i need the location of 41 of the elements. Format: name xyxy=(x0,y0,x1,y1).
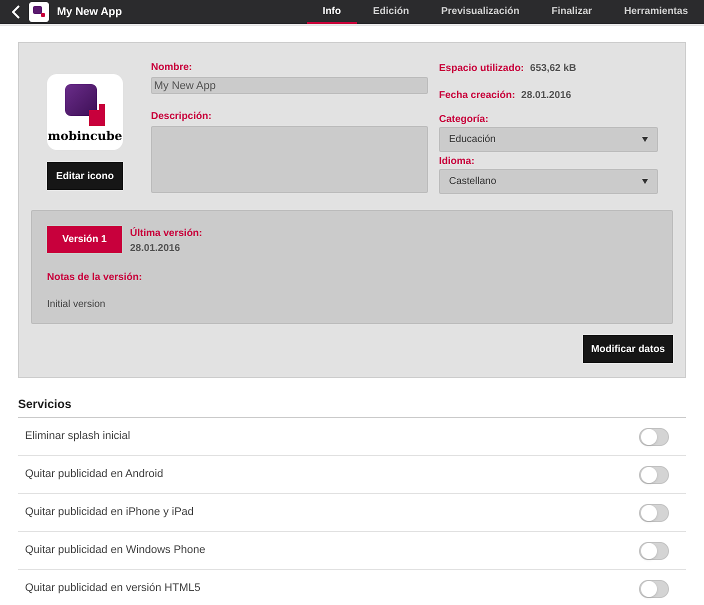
toggle-switch[interactable] xyxy=(639,428,669,446)
created-value: 28.01.2016 xyxy=(521,89,572,103)
category-label: Categoría: xyxy=(439,113,490,127)
dropdown-icon xyxy=(642,137,648,142)
dropdown-icon xyxy=(642,179,648,184)
service-label: Quitar publicidad en Windows Phone xyxy=(25,543,206,558)
version-badge: Versión 1 xyxy=(47,226,122,253)
notes-label: Notas de la versión: xyxy=(47,271,144,285)
toggle-switch[interactable] xyxy=(639,580,669,598)
notes-text: Initial version xyxy=(47,298,106,312)
description-field[interactable] xyxy=(151,126,428,193)
nav-tab[interactable]: Finalizar xyxy=(536,0,608,24)
modify-data-button[interactable]: Modificar datos xyxy=(583,335,673,363)
services-title: Servicios xyxy=(18,395,686,418)
service-label: Quitar publicidad en iPhone y iPad xyxy=(25,505,195,520)
toggle-switch[interactable] xyxy=(639,542,669,560)
toggle-switch[interactable] xyxy=(639,466,669,484)
created-label: Fecha creación: xyxy=(439,89,516,103)
name-field[interactable]: My New App xyxy=(151,77,428,94)
description-label: Descripción: xyxy=(151,110,213,124)
back-icon[interactable] xyxy=(12,5,20,19)
language-label: Idioma: xyxy=(439,155,476,169)
latest-version-value: 28.01.2016 xyxy=(130,242,182,256)
language-select[interactable]: Castellano xyxy=(439,169,658,194)
space-value: 653,62 kB xyxy=(530,62,576,76)
service-label: Quitar publicidad en versión HTML5 xyxy=(25,581,202,596)
latest-version-label: Última versión: xyxy=(130,226,202,241)
app-logo-icon xyxy=(29,2,49,22)
app-title: My New App xyxy=(57,4,122,20)
service-label: Quitar publicidad en Android xyxy=(25,467,164,482)
space-label: Espacio utilizado: xyxy=(439,62,524,76)
nav-tab[interactable]: Previsualización xyxy=(425,0,536,24)
nav-tab[interactable]: Info xyxy=(306,0,357,24)
logo-text: mobincube xyxy=(48,130,122,142)
nav-tab[interactable]: Herramientas xyxy=(608,0,704,24)
nav-tab[interactable]: Edición xyxy=(357,0,426,24)
toggle-switch[interactable] xyxy=(639,504,669,522)
edit-icon-button[interactable]: Editar icono xyxy=(47,162,123,190)
category-select[interactable]: Educación xyxy=(439,127,658,152)
service-label: Eliminar splash inicial xyxy=(25,429,132,444)
name-label: Nombre: xyxy=(151,61,194,75)
